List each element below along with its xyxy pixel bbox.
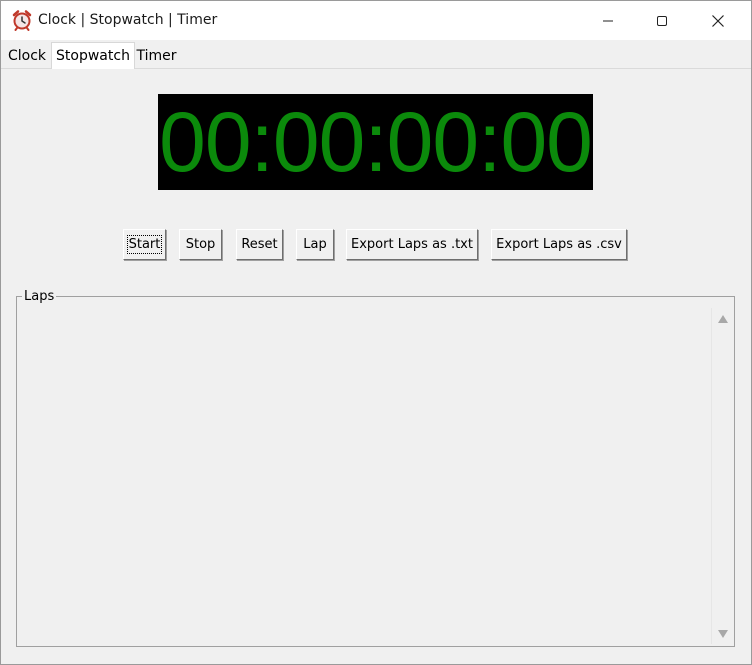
export-csv-button-label: Export Laps as .csv: [496, 237, 622, 252]
laps-label: Laps: [22, 289, 57, 304]
maximize-icon: [657, 15, 667, 26]
export-csv-button[interactable]: Export Laps as .csv: [491, 229, 627, 260]
tab-strip: Clock Stopwatch Timer: [1, 40, 751, 69]
alarm-clock-icon: [11, 9, 33, 31]
minimize-button[interactable]: [585, 1, 631, 40]
lap-button[interactable]: Lap: [296, 229, 334, 260]
tab-timer[interactable]: Timer: [134, 46, 179, 67]
stopwatch-display: 00:00:00:00: [158, 94, 593, 190]
laps-list[interactable]: [18, 308, 710, 644]
scroll-down-arrow-icon[interactable]: [718, 630, 728, 638]
stop-button-label: Stop: [185, 237, 216, 252]
lap-button-label: Lap: [303, 237, 327, 252]
reset-button[interactable]: Reset: [236, 229, 283, 260]
tab-clock[interactable]: Clock: [4, 46, 50, 67]
close-button[interactable]: [695, 1, 741, 40]
stop-button[interactable]: Stop: [179, 229, 222, 260]
maximize-button[interactable]: [639, 1, 685, 40]
close-icon: [712, 14, 724, 27]
scroll-up-arrow-icon[interactable]: [718, 315, 728, 323]
start-button[interactable]: Start: [123, 229, 166, 260]
title-bar[interactable]: Clock | Stopwatch | Timer: [1, 1, 751, 40]
start-button-label: Start: [126, 235, 163, 254]
laps-scrollbar[interactable]: [711, 308, 732, 644]
minimize-icon: [603, 20, 613, 21]
export-txt-button-label: Export Laps as .txt: [351, 237, 473, 252]
export-txt-button[interactable]: Export Laps as .txt: [346, 229, 478, 260]
app-window: Clock | Stopwatch | Timer Clock Stopwatc…: [0, 0, 752, 665]
tab-stopwatch[interactable]: Stopwatch: [51, 42, 135, 69]
window-title: Clock | Stopwatch | Timer: [38, 12, 218, 28]
reset-button-label: Reset: [241, 237, 278, 252]
